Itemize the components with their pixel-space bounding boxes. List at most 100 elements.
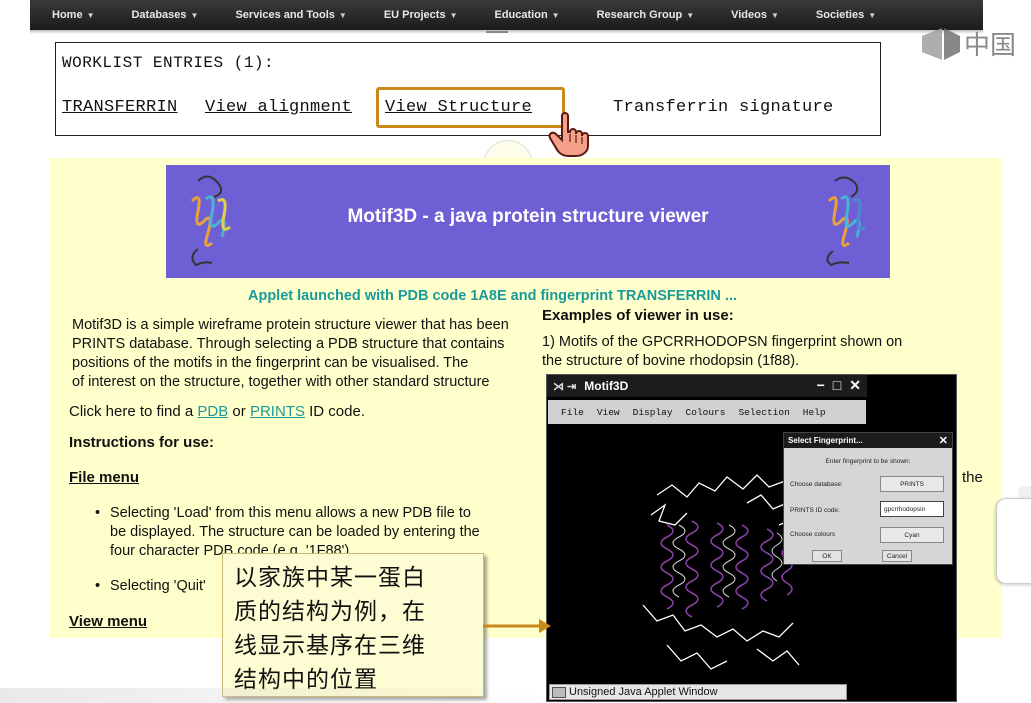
chevron-down-icon: ▼ — [338, 10, 347, 20]
hand-cursor-icon — [548, 112, 589, 157]
nav-eu-label: EU Projects — [383, 9, 446, 21]
colours-label: Choose colours — [790, 531, 836, 538]
close-icon[interactable]: ✕ — [939, 434, 948, 447]
find-id-line: Click here to find a PDB or PRINTS ID co… — [69, 403, 365, 420]
examples-heading: Examples of viewer in use: — [542, 307, 734, 324]
worklist-title: WORKLIST ENTRIES (1): — [62, 54, 275, 72]
nav-services-tools[interactable]: Services and Tools ▼ — [235, 9, 346, 21]
or-text: or — [232, 403, 246, 420]
nav-societies[interactable]: Societies ▼ — [816, 9, 876, 21]
nav-education-label: Education — [494, 9, 548, 21]
menu-help[interactable]: Help — [803, 407, 826, 418]
example-1-text: 1) Motifs of the GPCRRHODOPSN fingerprin… — [542, 333, 902, 371]
applet-menubar: File View Display Colours Selection Help — [548, 400, 866, 424]
click-here-text: Click here to find a — [69, 403, 194, 420]
nav-societies-label: Societies — [815, 9, 865, 21]
annotation-note: 以家族中某一蛋白 质的结构为例，在 线显示基序在三维 结构中的位置 — [222, 553, 484, 697]
intro-line: PRINTS database. Through selecting a PDB… — [72, 336, 505, 352]
nav-research-label: Research Group — [596, 9, 683, 21]
bottom-shadow — [0, 688, 540, 703]
menu-selection[interactable]: Selection — [738, 407, 789, 418]
menu-view[interactable]: View — [597, 407, 620, 418]
ok-button[interactable]: OK — [812, 550, 842, 562]
example-line: the structure of bovine rhodopsin (1f88)… — [542, 353, 800, 369]
menu-file[interactable]: File — [561, 407, 584, 418]
intro-paragraph: Motif3D is a simple wireframe protein st… — [72, 316, 537, 396]
load-instruction: • Selecting 'Load' from this menu allows … — [95, 504, 535, 560]
dialog-prompt: Enter fingerprint to be shown: — [825, 458, 911, 465]
colours-select-value: Cyan — [904, 531, 920, 539]
view-structure-highlight — [376, 87, 565, 128]
instructions-heading: Instructions for use: — [69, 434, 215, 451]
dialog-title: Select Fingerprint... — [788, 436, 863, 445]
motif3d-banner: Motif3D - a java protein structure viewe… — [166, 165, 890, 278]
java-window-icon — [552, 686, 566, 698]
intro-line: Motif3D is a simple wireframe protein st… — [72, 317, 509, 333]
chevron-down-icon: ▼ — [770, 10, 779, 20]
protein-structure-icon-right — [826, 176, 866, 267]
view-menu-heading: View menu — [69, 613, 148, 630]
nav-home-label: Home — [52, 9, 83, 21]
applet-title: Motif3D — [584, 379, 629, 393]
nav-videos[interactable]: Videos ▼ — [731, 9, 779, 21]
arrow-right-icon — [483, 619, 551, 633]
nav-research-group[interactable]: Research Group ▼ — [597, 9, 695, 21]
applet-titlebar[interactable]: ⋊ ⇥ Motif3D − □ ✕ — [547, 375, 867, 397]
nav-services-label: Services and Tools — [235, 9, 335, 21]
window-menu-icon[interactable]: ⋊ ⇥ — [553, 380, 576, 393]
database-label: Choose database: — [790, 481, 843, 488]
load-line: be displayed. The structure can be loade… — [110, 524, 480, 540]
nav-divider — [486, 31, 508, 33]
chevron-down-icon: ▼ — [551, 10, 560, 20]
prints-link[interactable]: PRINTS — [250, 403, 305, 420]
database-select[interactable]: PRINTS — [880, 476, 944, 492]
chevron-down-icon: ▼ — [86, 10, 95, 20]
intro-line: positions of the motifs in the fingerpri… — [72, 355, 469, 371]
menu-display[interactable]: Display — [633, 407, 673, 418]
intro-line: of interest on the structure, together w… — [72, 374, 490, 390]
id-code-label: PRINTS ID code: — [790, 507, 840, 514]
id-code-text: ID code. — [309, 403, 365, 420]
close-icon[interactable]: ✕ — [849, 377, 861, 394]
id-code-input[interactable]: gpcrrhodopsin — [880, 501, 944, 517]
nav-databases[interactable]: Databases ▼ — [131, 9, 198, 21]
chevron-down-icon: ▼ — [686, 10, 695, 20]
nav-home[interactable]: Home ▼ — [52, 9, 94, 21]
top-nav-bar: Home ▼ Databases ▼ Services and Tools ▼ EU … — [30, 0, 983, 30]
applet-launched-text: Applet launched with PDB code 1A8E and f… — [248, 288, 738, 304]
side-panel[interactable] — [996, 498, 1031, 584]
transferrin-link[interactable]: TRANSFERRIN — [62, 98, 178, 117]
select-fingerprint-dialog: Select Fingerprint... ✕ Enter fingerprin… — [783, 432, 953, 565]
database-select-value: PRINTS — [900, 480, 924, 488]
maximize-icon[interactable]: □ — [833, 377, 841, 394]
note-line: 质的结构为例，在 — [234, 599, 426, 625]
menu-colours[interactable]: Colours — [686, 407, 726, 418]
bullet-icon: • — [95, 578, 101, 594]
pdb-link[interactable]: PDB — [197, 403, 228, 420]
file-menu-heading: File menu — [69, 469, 140, 486]
trailing-text: the — [962, 469, 983, 486]
watermark-logo: 中国 — [922, 28, 1016, 61]
colours-select[interactable]: Cyan — [880, 527, 944, 543]
note-line: 线显示基序在三维 — [234, 633, 426, 659]
nav-education[interactable]: Education ▼ — [495, 9, 560, 21]
quit-text: Selecting 'Quit' — [110, 578, 206, 594]
nav-videos-label: Videos — [731, 9, 767, 21]
chevron-down-icon: ▼ — [449, 10, 458, 20]
chevron-down-icon: ▼ — [190, 10, 199, 20]
load-line: Selecting 'Load' from this menu allows a… — [110, 505, 471, 521]
dialog-titlebar[interactable]: Select Fingerprint... ✕ — [784, 433, 952, 448]
minimize-icon[interactable]: − — [817, 377, 825, 394]
applet-status-text: Unsigned Java Applet Window — [569, 686, 718, 698]
example-line: 1) Motifs of the GPCRRHODOPSN fingerprin… — [542, 334, 903, 350]
bullet-icon: • — [95, 505, 101, 521]
id-code-value: gpcrrhodopsin — [884, 505, 926, 513]
banner-title: Motif3D - a java protein structure viewe… — [347, 206, 709, 227]
applet-status-bar: Unsigned Java Applet Window — [549, 684, 847, 700]
quit-instruction: • Selecting 'Quit' — [95, 578, 206, 594]
chevron-down-icon: ▼ — [868, 10, 877, 20]
view-alignment-link[interactable]: View alignment — [205, 98, 352, 117]
nav-eu-projects[interactable]: EU Projects ▼ — [384, 9, 458, 21]
screen: Home ▼ Databases ▼ Services and Tools ▼ EU … — [0, 0, 1031, 703]
cancel-button[interactable]: Cancel — [882, 550, 912, 562]
